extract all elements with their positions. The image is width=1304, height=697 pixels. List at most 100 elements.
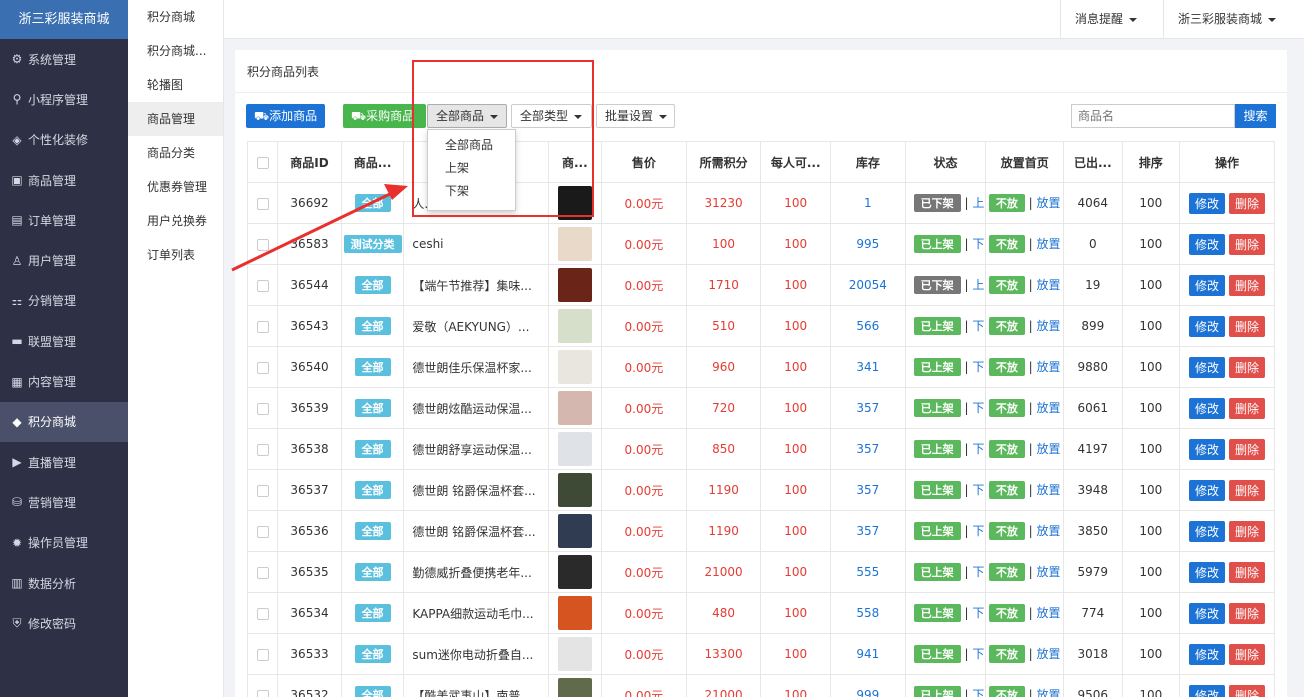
- notice-dropdown[interactable]: 消息提醒: [1060, 0, 1163, 39]
- row-checkbox[interactable]: [256, 689, 269, 697]
- sidebar-item-13[interactable]: ▥ 数据分析: [0, 563, 128, 603]
- delete-button[interactable]: 删除: [1229, 315, 1266, 337]
- sidebar-item-1[interactable]: ⚲ 小程序管理: [0, 79, 128, 119]
- row-checkbox[interactable]: [256, 238, 269, 251]
- row-checkbox[interactable]: [256, 320, 269, 333]
- sidebar-item-8[interactable]: ▦ 内容管理: [0, 361, 128, 401]
- place-homepage-link[interactable]: 放置: [1037, 647, 1061, 661]
- delete-button[interactable]: 删除: [1229, 643, 1266, 665]
- toggle-shelf-link[interactable]: 下架: [972, 524, 985, 538]
- sidebar-item-12[interactable]: ✹ 操作员管理: [0, 523, 128, 563]
- toggle-shelf-link[interactable]: 下架: [972, 237, 985, 251]
- sidebar-item-11[interactable]: ⛁ 营销管理: [0, 482, 128, 522]
- delete-button[interactable]: 删除: [1229, 192, 1266, 214]
- row-checkbox[interactable]: [256, 566, 269, 579]
- place-homepage-link[interactable]: 放置: [1037, 278, 1061, 292]
- search-input[interactable]: [1071, 104, 1235, 128]
- delete-button[interactable]: 删除: [1229, 684, 1266, 697]
- edit-button[interactable]: 修改: [1189, 397, 1226, 419]
- sidebar-item-2[interactable]: ◈ 个性化装修: [0, 120, 128, 160]
- row-checkbox[interactable]: [256, 402, 269, 415]
- toggle-shelf-link[interactable]: 下架: [972, 483, 985, 497]
- toggle-shelf-link[interactable]: 上架: [972, 196, 985, 210]
- menu-item-off-shelf[interactable]: 下架: [428, 180, 515, 203]
- toggle-shelf-link[interactable]: 下架: [972, 442, 985, 456]
- toggle-shelf-link[interactable]: 下架: [972, 401, 985, 415]
- sidebar-item-3[interactable]: ▣ 商品管理: [0, 160, 128, 200]
- subnav-item-3[interactable]: 商品管理: [128, 102, 223, 136]
- place-homepage-link[interactable]: 放置: [1037, 483, 1061, 497]
- edit-button[interactable]: 修改: [1189, 438, 1226, 460]
- sidebar-item-14[interactable]: ⛨ 修改密码: [0, 603, 128, 643]
- delete-button[interactable]: 删除: [1229, 356, 1266, 378]
- delete-button[interactable]: 删除: [1229, 274, 1266, 296]
- place-homepage-link[interactable]: 放置: [1037, 606, 1061, 620]
- search-button[interactable]: 搜索: [1235, 104, 1276, 128]
- edit-button[interactable]: 修改: [1189, 356, 1226, 378]
- select-all-checkbox[interactable]: [256, 156, 269, 169]
- type-filter-dropdown[interactable]: 全部类型: [511, 104, 592, 128]
- row-checkbox[interactable]: [256, 197, 269, 210]
- edit-button[interactable]: 修改: [1189, 684, 1226, 697]
- menu-item-on-shelf[interactable]: 上架: [428, 157, 515, 180]
- edit-button[interactable]: 修改: [1189, 233, 1226, 255]
- row-checkbox[interactable]: [256, 443, 269, 456]
- place-homepage-link[interactable]: 放置: [1037, 360, 1061, 374]
- edit-button[interactable]: 修改: [1189, 561, 1226, 583]
- sidebar-item-7[interactable]: ▬ 联盟管理: [0, 321, 128, 361]
- subnav-item-0[interactable]: 积分商城: [128, 0, 223, 34]
- edit-button[interactable]: 修改: [1189, 643, 1226, 665]
- row-checkbox[interactable]: [256, 484, 269, 497]
- toggle-shelf-link[interactable]: 下架: [972, 606, 985, 620]
- row-checkbox[interactable]: [256, 607, 269, 620]
- toggle-shelf-link[interactable]: 下架: [972, 565, 985, 579]
- delete-button[interactable]: 删除: [1229, 602, 1266, 624]
- place-homepage-link[interactable]: 放置: [1037, 319, 1061, 333]
- account-dropdown[interactable]: 浙三彩服装商城: [1163, 0, 1304, 39]
- place-homepage-link[interactable]: 放置: [1037, 401, 1061, 415]
- delete-button[interactable]: 删除: [1229, 479, 1266, 501]
- subnav-item-7[interactable]: 订单列表: [128, 238, 223, 272]
- delete-button[interactable]: 删除: [1229, 397, 1266, 419]
- edit-button[interactable]: 修改: [1189, 192, 1226, 214]
- delete-button[interactable]: 删除: [1229, 520, 1266, 542]
- subnav-item-5[interactable]: 优惠券管理: [128, 170, 223, 204]
- batch-settings-dropdown[interactable]: 批量设置: [596, 104, 675, 128]
- toggle-shelf-link[interactable]: 下架: [972, 360, 985, 374]
- row-checkbox[interactable]: [256, 648, 269, 661]
- column-header[interactable]: [246, 141, 279, 183]
- toggle-shelf-link[interactable]: 下架: [972, 688, 985, 697]
- row-checkbox[interactable]: [256, 361, 269, 374]
- sidebar-item-5[interactable]: ♙ 用户管理: [0, 240, 128, 280]
- toggle-shelf-link[interactable]: 下架: [972, 647, 985, 661]
- menu-item-all-goods[interactable]: 全部商品: [428, 134, 515, 157]
- sidebar-item-9[interactable]: ◆ 积分商城: [0, 401, 128, 442]
- delete-button[interactable]: 删除: [1229, 561, 1266, 583]
- purchase-goods-button[interactable]: ⛟采购商品: [343, 104, 426, 128]
- goods-filter-dropdown[interactable]: 全部商品: [427, 104, 507, 128]
- subnav-item-4[interactable]: 商品分类: [128, 136, 223, 170]
- edit-button[interactable]: 修改: [1189, 520, 1226, 542]
- edit-button[interactable]: 修改: [1189, 602, 1226, 624]
- place-homepage-link[interactable]: 放置: [1037, 688, 1061, 697]
- edit-button[interactable]: 修改: [1189, 479, 1226, 501]
- subnav-item-6[interactable]: 用户兑换券: [128, 204, 223, 238]
- edit-button[interactable]: 修改: [1189, 274, 1226, 296]
- place-homepage-link[interactable]: 放置: [1037, 442, 1061, 456]
- sidebar-item-10[interactable]: ▶ 直播管理: [0, 442, 128, 482]
- delete-button[interactable]: 删除: [1229, 233, 1266, 255]
- row-checkbox[interactable]: [256, 525, 269, 538]
- toggle-shelf-link[interactable]: 下架: [972, 319, 985, 333]
- subnav-item-2[interactable]: 轮播图: [128, 68, 223, 102]
- place-homepage-link[interactable]: 放置: [1037, 565, 1061, 579]
- subnav-item-1[interactable]: 积分商城...: [128, 34, 223, 68]
- place-homepage-link[interactable]: 放置: [1037, 524, 1061, 538]
- delete-button[interactable]: 删除: [1229, 438, 1266, 460]
- row-checkbox[interactable]: [256, 279, 269, 292]
- edit-button[interactable]: 修改: [1189, 315, 1226, 337]
- place-homepage-link[interactable]: 放置: [1037, 237, 1061, 251]
- add-goods-button[interactable]: ⛟添加商品: [246, 104, 325, 128]
- toggle-shelf-link[interactable]: 上架: [972, 278, 985, 292]
- sidebar-item-0[interactable]: ⚙ 系统管理: [0, 39, 128, 79]
- sidebar-item-4[interactable]: ▤ 订单管理: [0, 200, 128, 240]
